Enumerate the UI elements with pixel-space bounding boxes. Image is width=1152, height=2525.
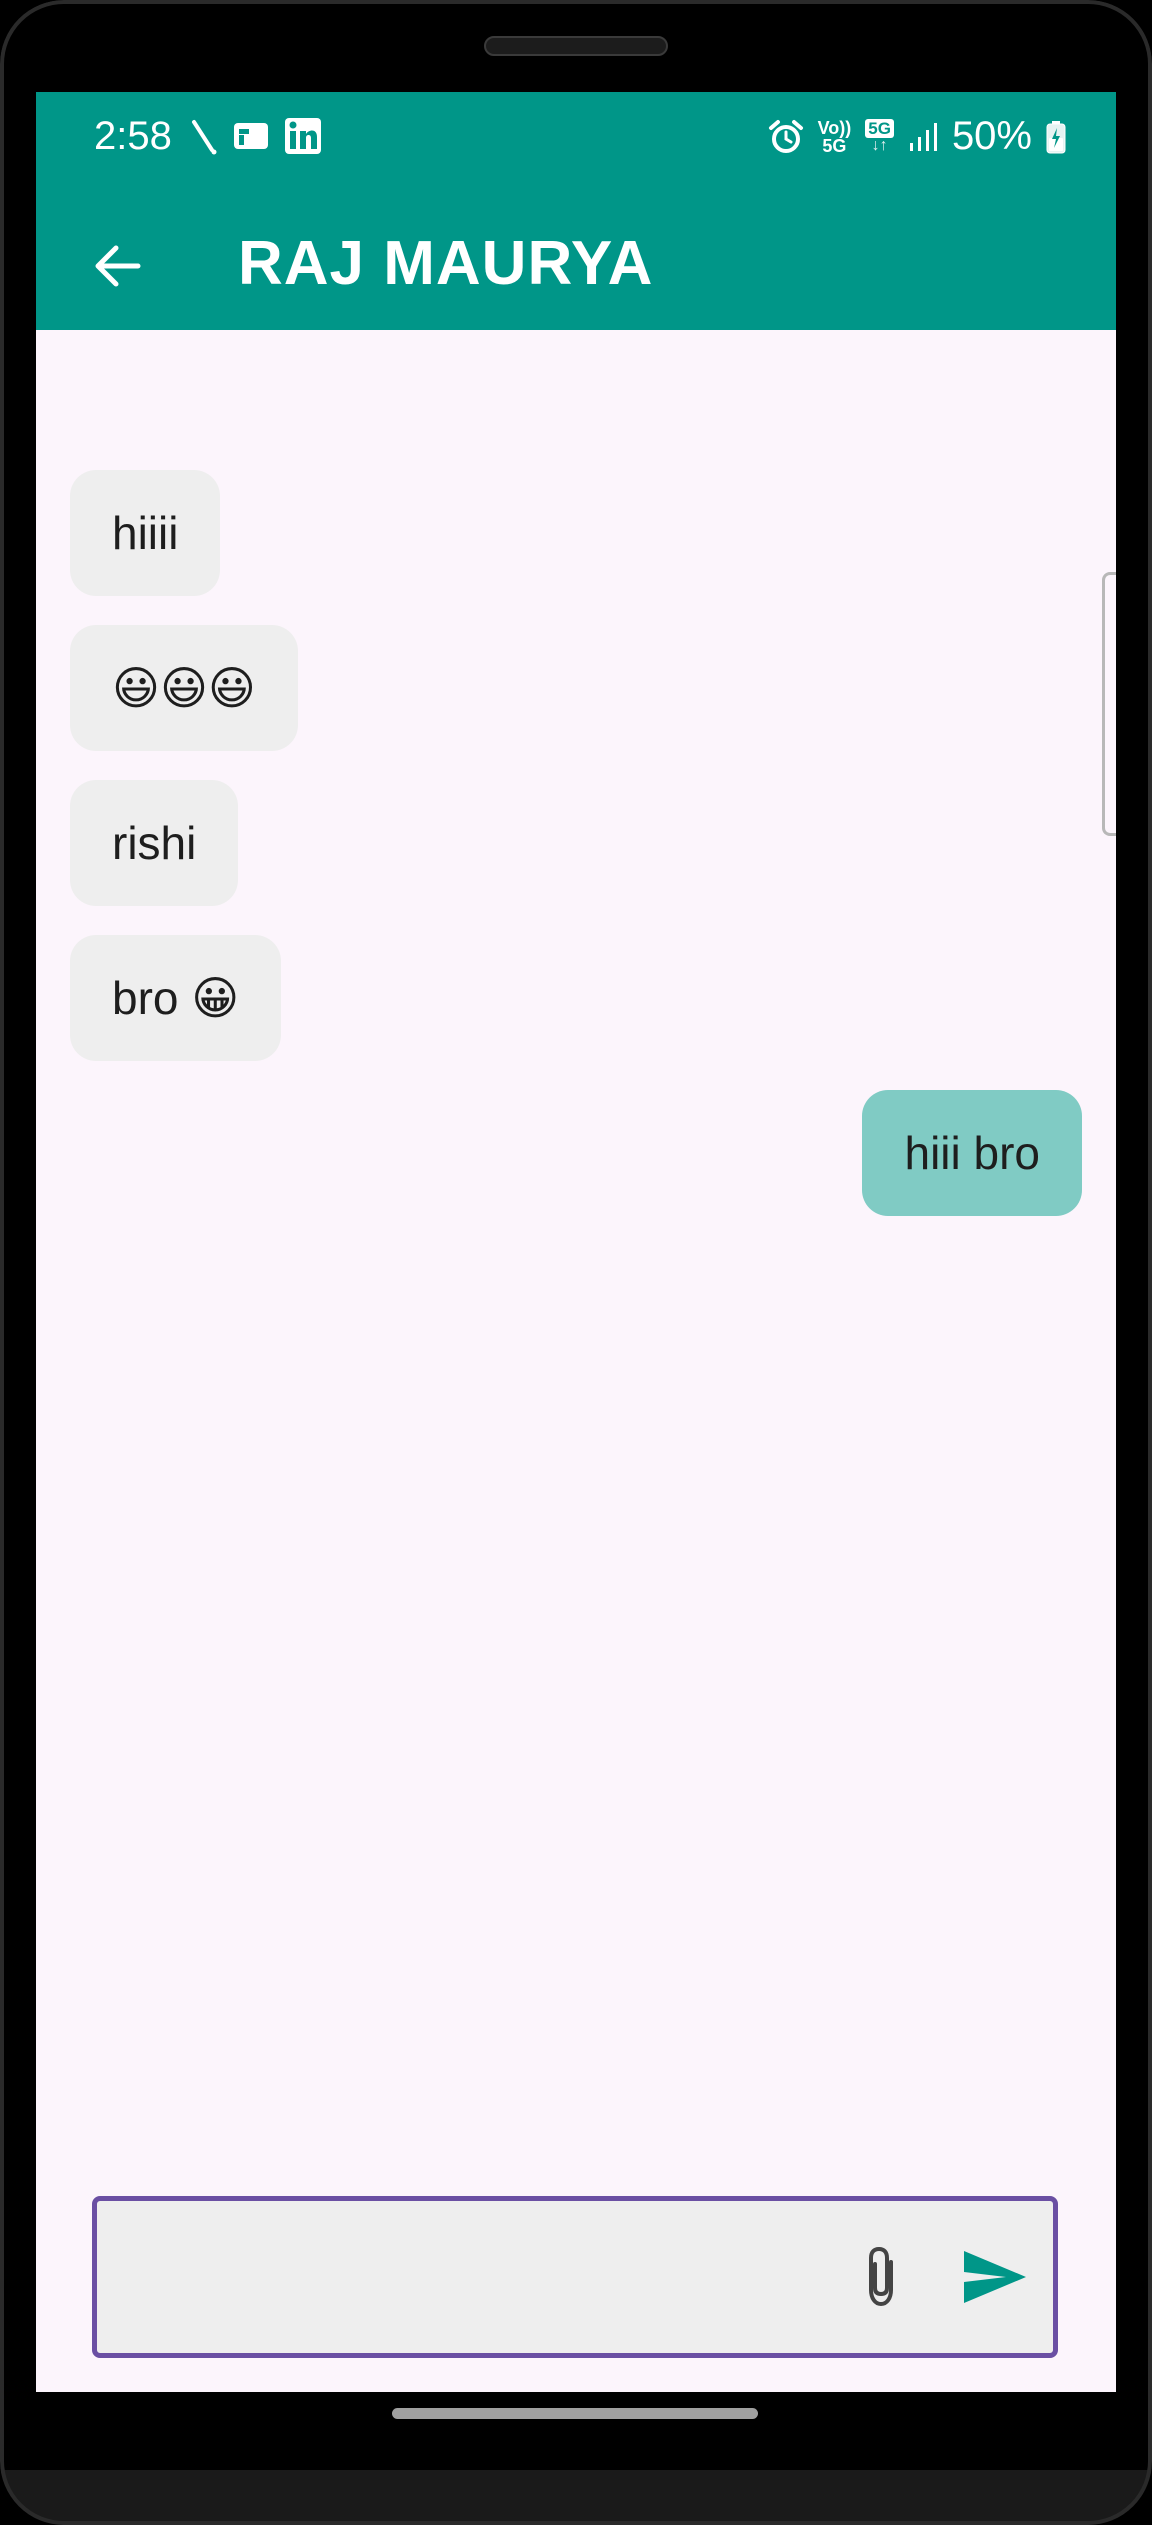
home-gesture-bar[interactable] [392, 2408, 758, 2419]
navigation-bar-area [0, 2392, 1152, 2525]
missed-call-icon [192, 120, 217, 155]
app-screen: 2:58 Vo)) 5G 5G ↓↑ 50% RAJ MAURYA hiiii … [36, 92, 1116, 2392]
message-bubble-outgoing[interactable]: hiii bro [862, 1090, 1082, 1216]
data-5g-icon: 5G ↓↑ [865, 119, 894, 154]
battery-percent: 50% [951, 114, 1032, 158]
message-text: 😃😃😃 [112, 661, 256, 715]
message-text: bro 😀 [112, 972, 240, 1024]
volte-label-top: Vo)) [817, 117, 852, 138]
notification-icons [190, 116, 322, 156]
earpiece-speaker [484, 36, 668, 56]
attach-button[interactable] [843, 2239, 919, 2315]
linkedin-icon [285, 118, 321, 154]
chat-title: RAJ MAURYA [238, 229, 654, 298]
system-status-icons: Vo)) 5G 5G ↓↑ 50% [768, 114, 1066, 159]
scroll-edge-handle[interactable] [1102, 572, 1116, 836]
battery-charging-icon [1046, 120, 1066, 153]
send-icon [964, 2251, 1026, 2303]
message-text: hiii bro [904, 1127, 1040, 1179]
message-bubble-incoming[interactable]: bro 😀 [70, 935, 282, 1061]
arrow-back-icon [95, 245, 141, 287]
alarm-icon [768, 119, 803, 153]
message-composer [92, 2196, 1058, 2358]
signal-icon [909, 122, 937, 151]
message-text: rishi [112, 817, 197, 869]
status-bar: 2:58 Vo)) 5G 5G ↓↑ 50% [36, 92, 1116, 182]
app-bar: 2:58 Vo)) 5G 5G ↓↑ 50% RAJ MAURYA [36, 92, 1116, 330]
data-arrows-icon: ↓↑ [871, 137, 888, 154]
send-button[interactable] [955, 2237, 1035, 2317]
message-input[interactable] [121, 2201, 841, 2353]
cast-screen-icon [234, 123, 268, 149]
status-time: 2:58 [94, 114, 172, 158]
volte-icon: Vo)) 5G [818, 119, 852, 155]
back-button[interactable] [80, 228, 156, 304]
volte-label-bottom: 5G [822, 135, 847, 156]
device-bottom-bezel [0, 2470, 1152, 2525]
paperclip-icon [869, 2246, 893, 2307]
data-5g-badge: 5G [865, 119, 894, 138]
device-frame: 2:58 Vo)) 5G 5G ↓↑ 50% RAJ MAURYA hiiii … [0, 0, 1152, 2525]
message-text: hiiii [112, 507, 179, 559]
message-bubble-incoming[interactable]: rishi [70, 780, 239, 906]
message-bubble-incoming[interactable]: 😃😃😃 [70, 625, 298, 751]
message-bubble-incoming[interactable]: hiiii [70, 470, 221, 596]
toolbar: RAJ MAURYA [36, 212, 1116, 322]
